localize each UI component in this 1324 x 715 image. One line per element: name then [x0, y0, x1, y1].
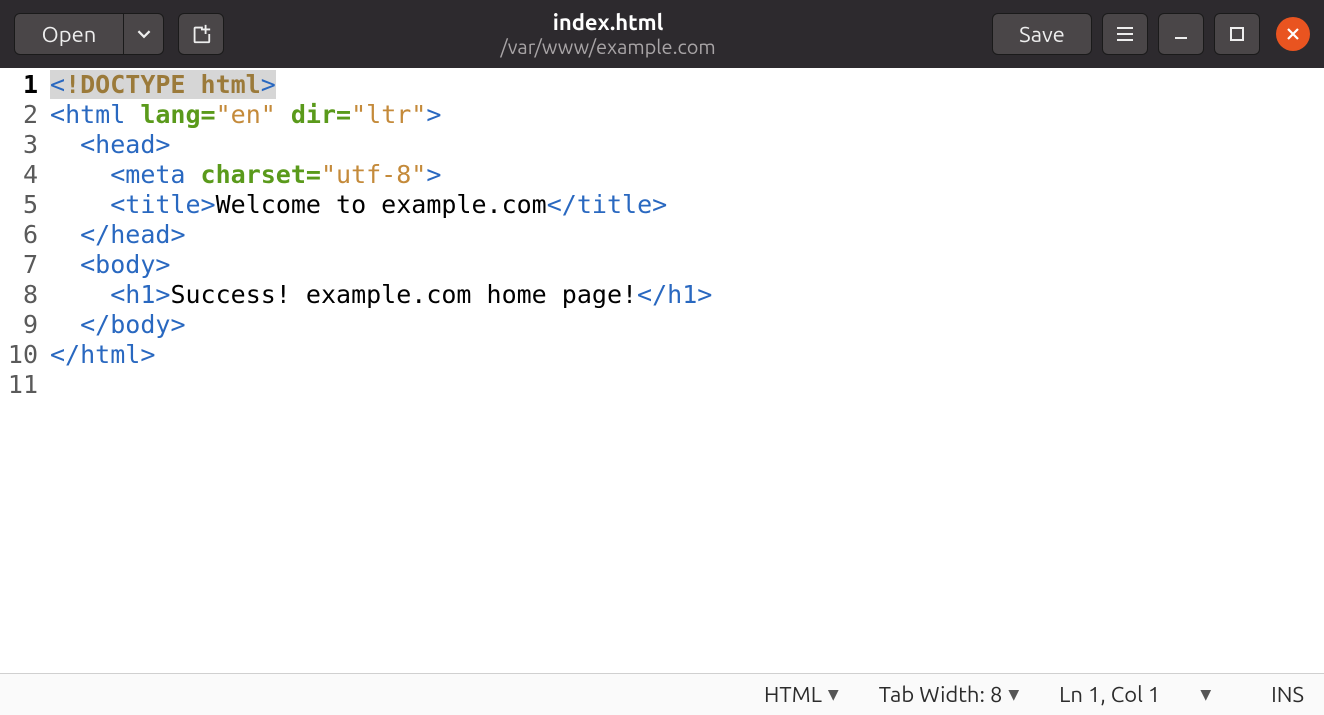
status-bar: HTML ▼ Tab Width: 8 ▼ Ln 1, Col 1 ▼ INS [0, 673, 1324, 715]
hamburger-menu-button[interactable] [1102, 13, 1148, 55]
code-line[interactable]: <head> [50, 130, 1324, 160]
code-line[interactable]: <title>Welcome to example.com</title> [50, 190, 1324, 220]
open-recent-dropdown[interactable] [124, 13, 164, 55]
line-number: 1 [0, 70, 38, 100]
line-number: 4 [0, 160, 38, 190]
line-number: 7 [0, 250, 38, 280]
editor-area[interactable]: 1234567891011 <!DOCTYPE html><html lang=… [0, 68, 1324, 673]
line-number: 8 [0, 280, 38, 310]
tab-width-label: Tab Width: 8 [879, 682, 1003, 707]
code-line[interactable] [50, 370, 1324, 400]
chevron-down-icon: ▼ [828, 686, 839, 703]
insert-mode-label: INS [1271, 682, 1304, 707]
code-line[interactable]: </body> [50, 310, 1324, 340]
save-button[interactable]: Save [992, 13, 1092, 55]
file-name: index.html [234, 10, 982, 35]
chevron-down-icon [137, 27, 151, 41]
maximize-button[interactable] [1214, 13, 1260, 55]
hamburger-icon [1115, 24, 1135, 44]
document-menu[interactable]: ▼ [1200, 686, 1211, 703]
title-area: index.html /var/www/example.com [234, 10, 982, 58]
new-tab-button[interactable] [178, 13, 224, 55]
line-number: 11 [0, 370, 38, 400]
code-line[interactable]: <h1>Success! example.com home page!</h1> [50, 280, 1324, 310]
code-line[interactable]: <html lang="en" dir="ltr"> [50, 100, 1324, 130]
open-button[interactable]: Open [14, 13, 124, 55]
close-icon [1285, 26, 1301, 42]
file-path: /var/www/example.com [234, 35, 982, 58]
tab-width-selector[interactable]: Tab Width: 8 ▼ [879, 682, 1019, 707]
code-line[interactable]: <body> [50, 250, 1324, 280]
code-line[interactable]: <!DOCTYPE html> [50, 70, 1324, 100]
language-selector[interactable]: HTML ▼ [764, 682, 839, 707]
maximize-icon [1229, 26, 1245, 42]
code-line[interactable]: </head> [50, 220, 1324, 250]
chevron-down-icon: ▼ [1200, 686, 1211, 703]
code-content[interactable]: <!DOCTYPE html><html lang="en" dir="ltr"… [46, 68, 1324, 673]
line-number-gutter: 1234567891011 [0, 68, 46, 673]
line-number: 2 [0, 100, 38, 130]
cursor-position-label: Ln 1, Col 1 [1059, 682, 1160, 707]
line-number: 5 [0, 190, 38, 220]
minimize-icon [1172, 25, 1190, 43]
insert-mode-toggle[interactable]: INS [1271, 682, 1304, 707]
line-number: 10 [0, 340, 38, 370]
code-line[interactable]: <meta charset="utf-8"> [50, 160, 1324, 190]
open-button-group: Open [14, 13, 164, 55]
cursor-position[interactable]: Ln 1, Col 1 [1059, 682, 1160, 707]
line-number: 9 [0, 310, 38, 340]
titlebar: Open index.html /var/www/example.com Sav… [0, 0, 1324, 68]
chevron-down-icon: ▼ [1008, 686, 1019, 703]
code-line[interactable]: </html> [50, 340, 1324, 370]
line-number: 3 [0, 130, 38, 160]
close-button[interactable] [1276, 17, 1310, 51]
new-tab-icon [190, 23, 212, 45]
line-number: 6 [0, 220, 38, 250]
minimize-button[interactable] [1158, 13, 1204, 55]
language-label: HTML [764, 682, 822, 707]
